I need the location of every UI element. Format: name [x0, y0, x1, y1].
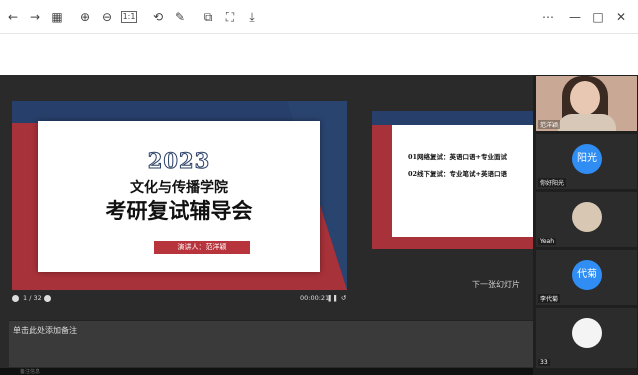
- notes-area[interactable]: 单击此处添加备注: [9, 320, 533, 367]
- actual-size-icon[interactable]: 1:1: [121, 11, 137, 23]
- participant-tile[interactable]: 阳光 你好阳光: [536, 134, 637, 189]
- timer: 00:00:21: [300, 294, 330, 302]
- pause-icon[interactable]: ❚❚: [327, 292, 338, 304]
- current-slide[interactable]: 2023 文化与传播学院 考研复试辅导会 演讲人：范洋颖: [12, 101, 347, 290]
- next-slide-icon[interactable]: [44, 292, 51, 304]
- avatar: 代菊: [572, 260, 602, 290]
- participant-clothes: [558, 114, 616, 131]
- next-slide-label: 下一张幻灯片: [472, 280, 520, 289]
- participant-name: Yeah: [538, 238, 557, 245]
- back-icon[interactable]: ←: [5, 9, 21, 25]
- participant-face: [570, 81, 600, 115]
- zoom-out-icon[interactable]: ⊖: [99, 9, 115, 25]
- blank-area: [0, 34, 638, 75]
- rotate-icon[interactable]: ⟲: [150, 9, 166, 25]
- bottom-text: 备注信息: [20, 369, 41, 375]
- bottom-bar: 备注信息: [0, 368, 533, 375]
- participant-name: 范洋颖: [538, 120, 561, 129]
- slide-controls: 1 / 32 00:00:21 ❚❚ ↺: [0, 292, 533, 304]
- notes-placeholder: 单击此处添加备注: [13, 326, 77, 335]
- participant-tile[interactable]: 33: [536, 308, 637, 368]
- slide-year: 2023: [147, 148, 211, 174]
- next-slide-line-2: 02线下复试：专业笔试+英语口语: [408, 170, 507, 178]
- participant-tile[interactable]: Yeah: [536, 192, 637, 247]
- slide-subtitle: 文化与传播学院: [130, 180, 228, 196]
- participant-name: 李代菊: [538, 294, 561, 303]
- next-slide-card: [392, 125, 533, 237]
- participant-name: 33: [538, 359, 550, 366]
- speaker-badge: 演讲人：范洋颖: [154, 241, 250, 254]
- screenshot-icon[interactable]: ⛶: [222, 9, 238, 25]
- page-indicator: 1 / 32: [23, 294, 42, 302]
- reset-icon[interactable]: ↺: [341, 292, 346, 304]
- slide-title: 考研复试辅导会: [105, 198, 253, 223]
- avatar: [572, 202, 602, 232]
- next-slide-band: [372, 111, 533, 125]
- forward-icon[interactable]: →: [27, 9, 43, 25]
- download-icon[interactable]: ⤓: [244, 9, 260, 25]
- next-slide-preview[interactable]: 01网络复试：英语口语+专业面试 02线下复试：专业笔试+英语口语: [372, 111, 533, 249]
- participant-name: 你好阳光: [538, 178, 567, 187]
- prev-slide-icon[interactable]: [12, 292, 19, 304]
- grid-icon[interactable]: ▦: [49, 9, 65, 25]
- participant-video[interactable]: 范洋颖: [536, 76, 637, 131]
- avatar: [572, 318, 602, 348]
- copy-icon[interactable]: ⧉: [200, 9, 216, 25]
- maximize-icon[interactable]: □: [590, 9, 606, 25]
- minimize-icon[interactable]: —: [567, 9, 583, 25]
- slide-card: 2023 文化与传播学院 考研复试辅导会 演讲人：范洋颖: [38, 121, 320, 272]
- zoom-in-icon[interactable]: ⊕: [77, 9, 93, 25]
- avatar: 阳光: [572, 144, 602, 174]
- close-icon[interactable]: ✕: [613, 9, 629, 25]
- edit-icon[interactable]: ✎: [172, 9, 188, 25]
- viewer-toolbar: ← → ▦ ⊕ ⊖ 1:1 ⟲ ✎ ⧉ ⛶ ⤓ ⋯ — □ ✕: [0, 0, 638, 34]
- next-slide-line-1: 01网络复试：英语口语+专业面试: [408, 153, 507, 161]
- participant-tile[interactable]: 代菊 李代菊: [536, 250, 637, 305]
- more-icon[interactable]: ⋯: [540, 9, 556, 25]
